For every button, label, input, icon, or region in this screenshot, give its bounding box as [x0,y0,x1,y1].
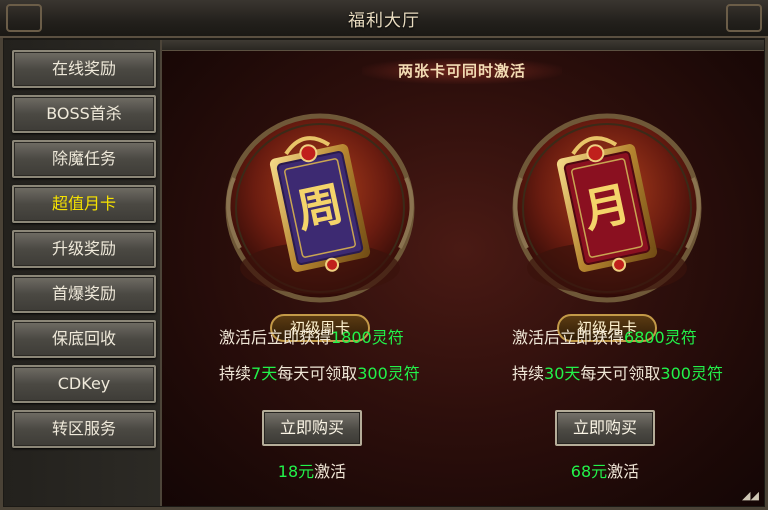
title-bar: 福利大厅 [0,0,768,38]
sidebar-item-cdkey[interactable]: CDKey [12,365,156,403]
monthly-instant-label: 激活后立即获得 [512,328,625,347]
monthly-card-emblem-icon: 月 [512,113,702,303]
weekly-card: 周 初级周卡 [220,98,420,342]
sidebar-item-guarantee-recycle[interactable]: 保底回收 [12,320,156,358]
sidebar-item-server-transfer[interactable]: 转区服务 [12,410,156,448]
monthly-daily-label: 每天可领取 [580,364,661,383]
weekly-instant-label: 激活后立即获得 [219,328,332,347]
monthly-card: 月 初级月卡 [507,98,707,342]
monthly-duration-days: 30天 [544,364,581,383]
banner-text: 两张卡可同时激活 [362,58,562,84]
monthly-price-suffix: 激活 [607,462,640,481]
sidebar-item-first-drop-reward[interactable]: 首爆奖励 [12,275,156,313]
weekly-price-suffix: 激活 [314,462,347,481]
monthly-card-panel: 两张卡可同时激活 周 初级周卡 月 初级月卡 激活后立即获得1800灵符 持续7… [162,40,764,506]
resize-grip-icon[interactable]: ◢◢ [742,490,759,502]
monthly-card-instant-reward: 激活后立即获得6800灵符 [512,324,697,348]
monthly-card-price: 68元激活 [555,458,655,482]
weekly-card-emblem-icon: 周 [225,113,415,303]
sidebar-item-monthly-card[interactable]: 超值月卡 [12,185,156,223]
sidebar-item-demon-quest[interactable]: 除魔任务 [12,140,156,178]
weekly-daily-label: 每天可领取 [277,364,358,383]
monthly-daily-amount: 300灵符 [660,364,723,383]
weekly-card-daily-reward: 持续7天每天可领取300灵符 [219,360,420,384]
weekly-card-price: 18元激活 [262,458,362,482]
monthly-price-amount: 68元 [570,462,608,481]
weekly-instant-amount: 1800灵符 [331,328,404,347]
monthly-duration-label: 持续 [512,364,545,383]
weekly-duration-days: 7天 [251,364,278,383]
sidebar-item-boss-first-kill[interactable]: BOSS首杀 [12,95,156,133]
weekly-card-instant-reward: 激活后立即获得1800灵符 [219,324,404,348]
monthly-instant-amount: 6800灵符 [624,328,697,347]
sidebar-item-online-reward[interactable]: 在线奖励 [12,50,156,88]
sidebar-item-level-reward[interactable]: 升级奖励 [12,230,156,268]
monthly-card-buy-button[interactable]: 立即购买 [555,410,655,446]
weekly-card-buy-button[interactable]: 立即购买 [262,410,362,446]
monthly-card-daily-reward: 持续30天每天可领取300灵符 [512,360,723,384]
weekly-price-amount: 18元 [277,462,315,481]
sidebar: 在线奖励 BOSS首杀 除魔任务 超值月卡 升级奖励 首爆奖励 保底回收 CDK… [4,40,162,506]
window-title: 福利大厅 [348,11,420,31]
weekly-duration-label: 持续 [219,364,252,383]
weekly-daily-amount: 300灵符 [357,364,420,383]
